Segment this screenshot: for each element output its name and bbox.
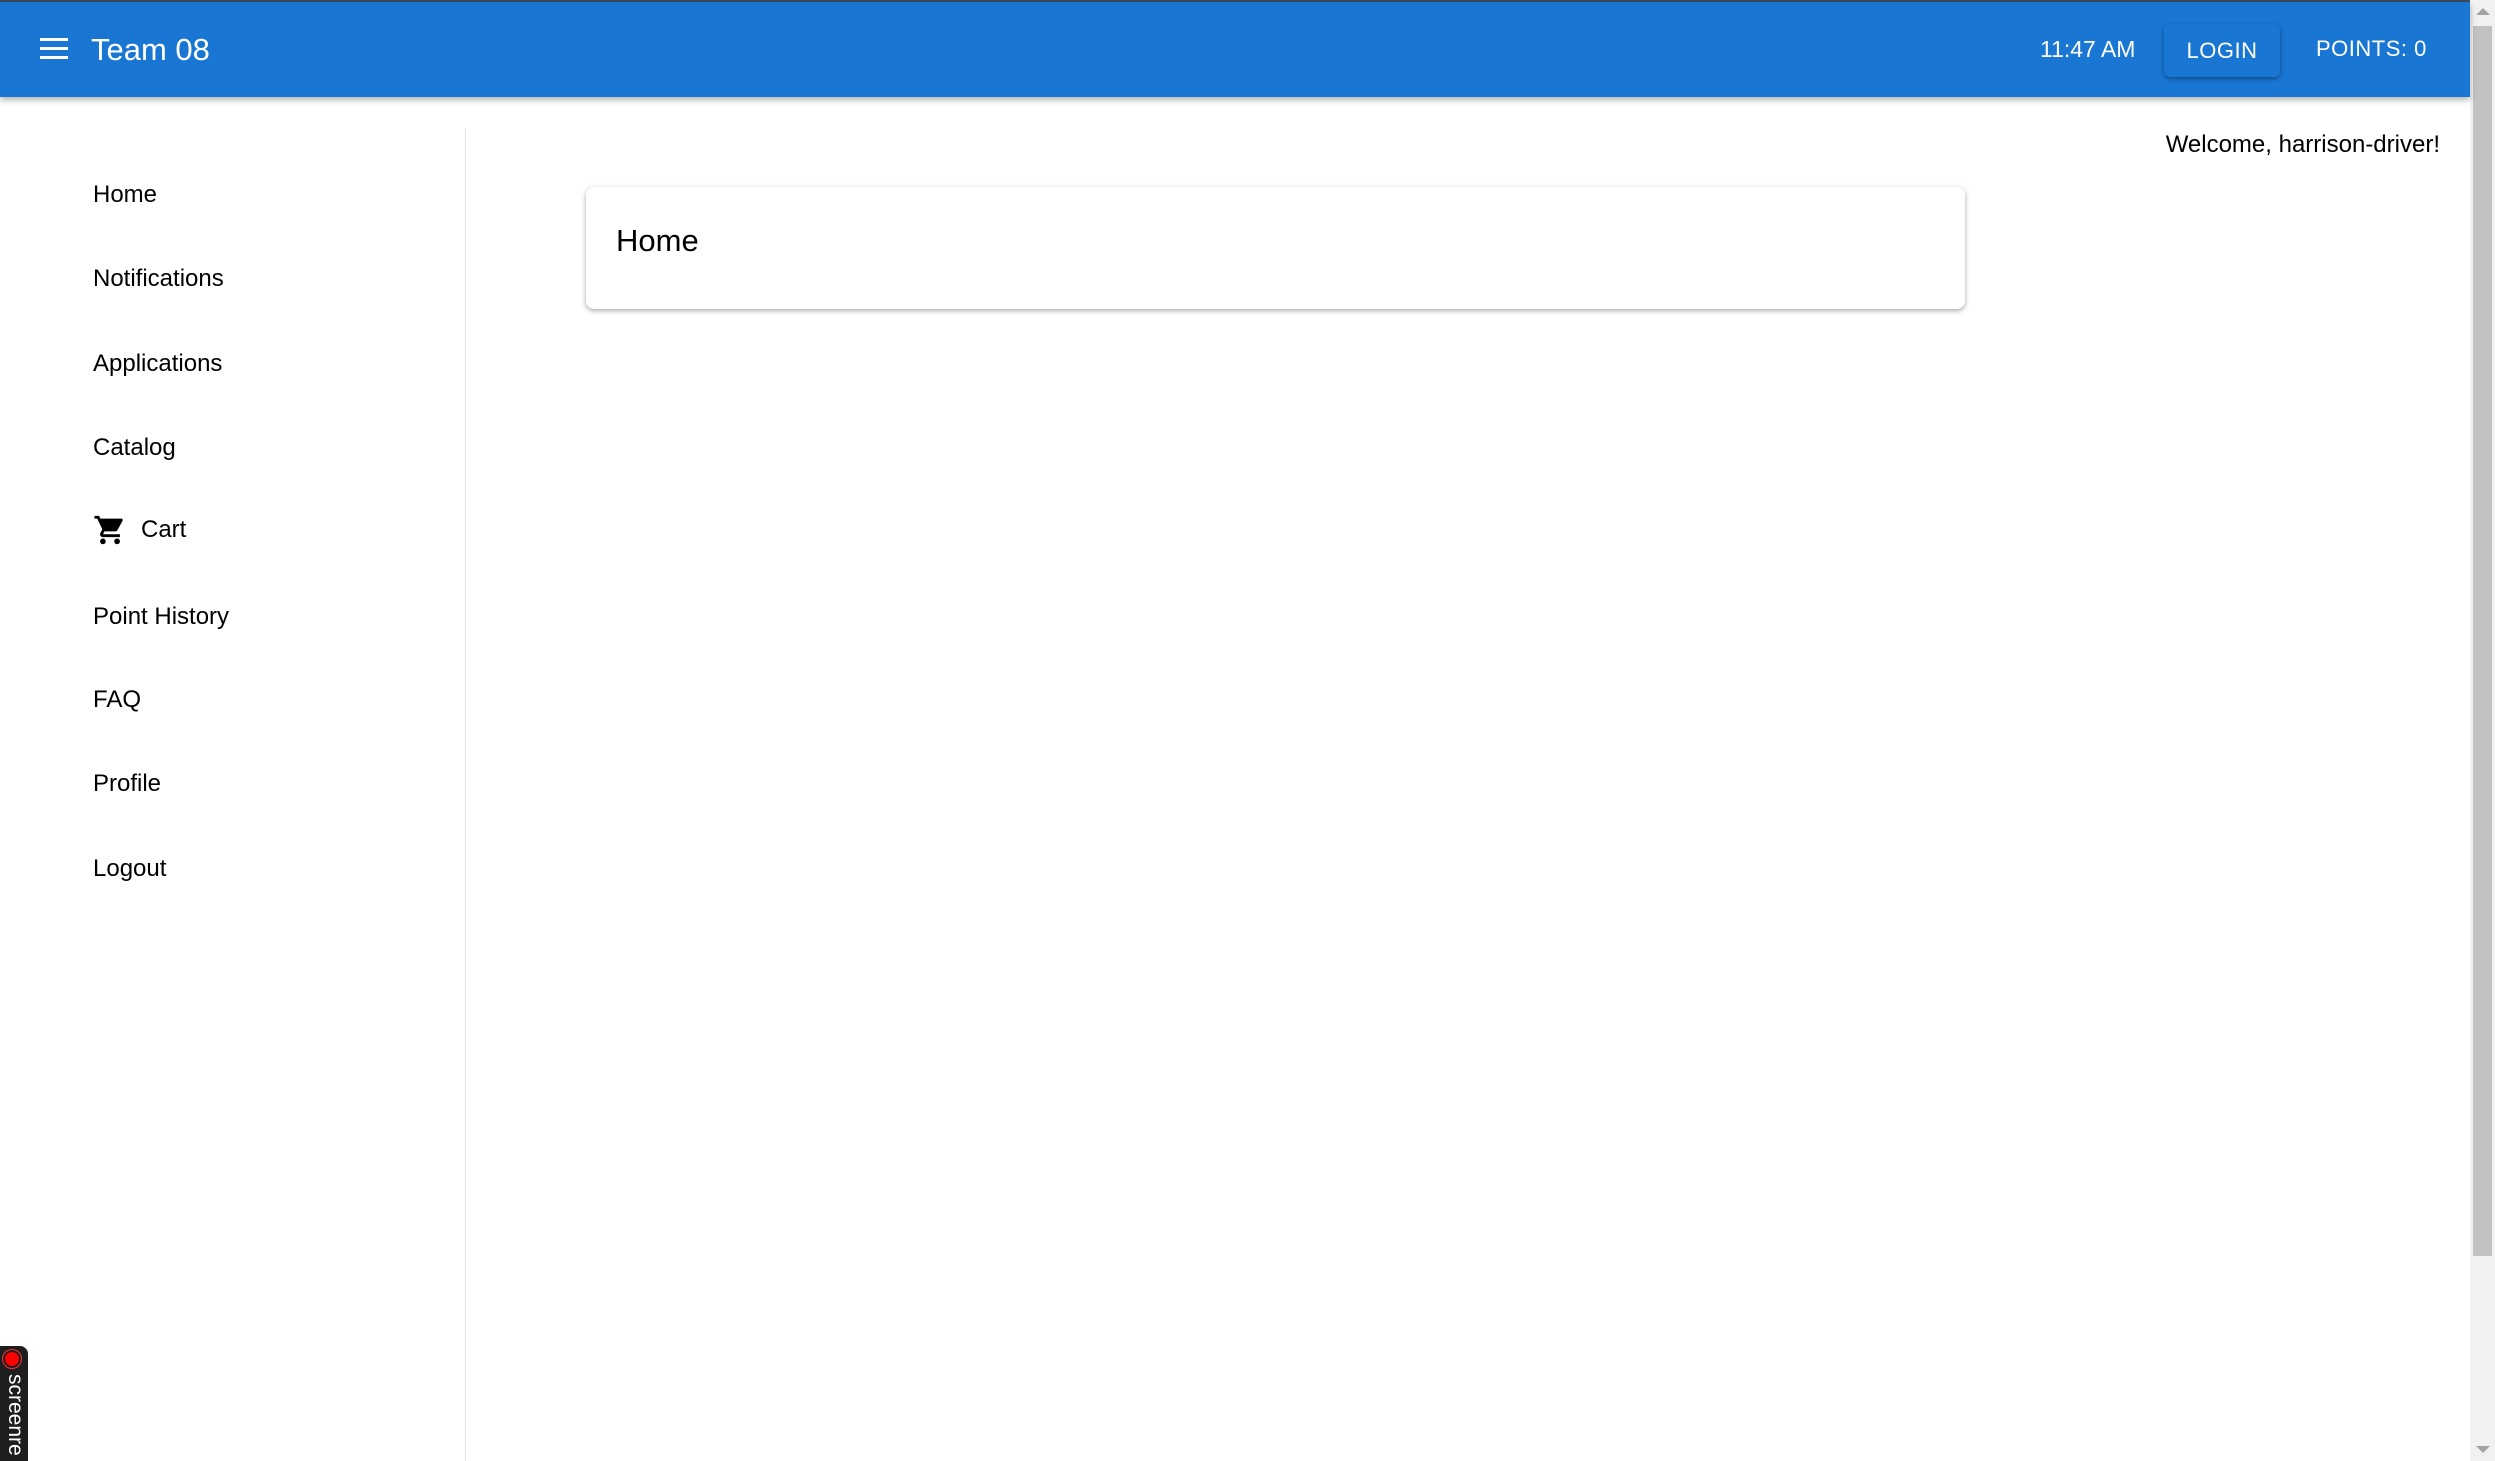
card-title: Home: [616, 223, 699, 258]
cart-icon: [94, 515, 123, 545]
sidebar-item-point-history[interactable]: Point History: [93, 603, 229, 631]
scroll-down-arrow-icon[interactable]: [2476, 1446, 2490, 1453]
scroll-up-arrow-icon[interactable]: [2476, 8, 2490, 15]
screen-recorder-badge[interactable]: screenre: [0, 1346, 28, 1461]
sidebar-item-profile[interactable]: Profile: [93, 770, 161, 798]
sidebar-item-label: FAQ: [93, 686, 142, 713]
login-button[interactable]: LOGIN: [2164, 24, 2280, 77]
sidebar-item-label: Profile: [93, 770, 162, 797]
menu-icon[interactable]: [40, 38, 68, 60]
sidebar-item-home[interactable]: Home: [93, 181, 157, 209]
app-bar: Team 08 11:47 AM LOGIN POINTS: 0: [0, 2, 2470, 97]
sidebar-item-label: Home: [93, 181, 158, 208]
sidebar-item-catalog[interactable]: Catalog: [93, 434, 176, 462]
sidebar-item-logout[interactable]: Logout: [93, 855, 166, 883]
scrollbar-thumb[interactable]: [2473, 26, 2492, 1256]
recorder-label: screenre: [4, 1374, 27, 1456]
welcome-message: Welcome, harrison-driver!: [2165, 131, 2440, 158]
sidebar-item-label: Notifications: [93, 265, 224, 292]
sidebar-item-label: Logout: [93, 855, 167, 882]
sidebar-item-label: Applications: [93, 350, 223, 377]
sidebar-item-label: Catalog: [93, 434, 176, 461]
sidebar-item-faq[interactable]: FAQ: [93, 686, 141, 714]
points-display: POINTS: 0: [2316, 36, 2427, 61]
sidebar-item-notifications[interactable]: Notifications: [93, 265, 224, 293]
app-title: Team 08: [91, 32, 210, 67]
clock: 11:47 AM: [2040, 36, 2136, 62]
sidebar-item-cart[interactable]: Cart: [93, 513, 186, 547]
home-card: Home: [586, 187, 1965, 309]
sidebar-item-applications[interactable]: Applications: [93, 350, 222, 378]
sidebar: Home Notifications Applications Catalog …: [0, 128, 466, 1461]
sidebar-item-label: Point History: [93, 603, 230, 630]
sidebar-item-label: Cart: [141, 516, 187, 543]
record-icon: [5, 1352, 19, 1366]
